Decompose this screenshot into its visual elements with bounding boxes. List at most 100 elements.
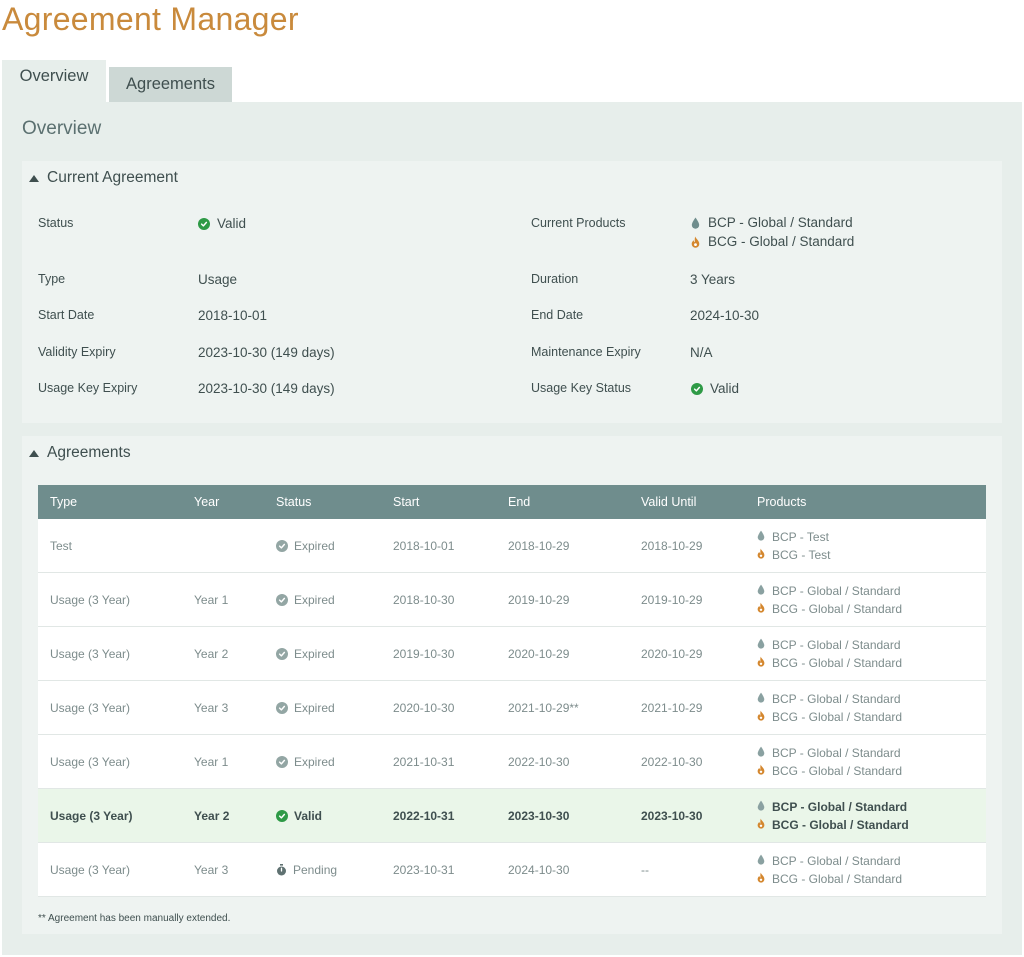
product-text: BCP - Global / Standard xyxy=(772,637,901,652)
cell-type: Usage (3 Year) xyxy=(38,680,182,735)
status-text: Valid xyxy=(294,808,323,823)
product-item: BCG - Global / Standard xyxy=(757,816,986,834)
validity-expiry-label: Validity Expiry xyxy=(38,345,116,359)
product-text: BCP - Global / Standard xyxy=(772,691,901,706)
cell-products: BCP - Test BCG - Test xyxy=(745,519,986,573)
table-row[interactable]: Usage (3 Year) Year 1 Expired 2018-10-30… xyxy=(38,572,986,627)
table-row[interactable]: Test Expired 2018-10-01 2018-10-29 2018-… xyxy=(38,519,986,573)
cell-valid-until: 2023-10-30 xyxy=(629,788,745,843)
cell-status: Expired xyxy=(264,680,381,735)
water-drop-icon xyxy=(757,746,765,760)
product-item: BCG - Global / Standard xyxy=(691,232,854,251)
product-item: BCG - Global / Standard xyxy=(757,762,986,780)
start-date-label: Start Date xyxy=(38,308,95,322)
cell-end: 2019-10-29 xyxy=(496,572,629,627)
table-row[interactable]: Usage (3 Year) Year 3 Expired 2020-10-30… xyxy=(38,680,986,735)
table-row[interactable]: Usage (3 Year) Year 2 Valid 2022-10-31 2… xyxy=(38,788,986,843)
cell-status: Expired xyxy=(264,519,381,573)
type-label: Type xyxy=(38,272,66,286)
page-title: Overview xyxy=(22,118,102,139)
flame-icon xyxy=(757,602,765,616)
product-text: BCG - Global / Standard xyxy=(772,601,903,616)
product-item: BCP - Global / Standard xyxy=(757,690,986,708)
check-circle-icon xyxy=(276,755,288,768)
current-agreement-card: Current Agreement Status Valid Type Usag… xyxy=(22,161,1002,423)
current-products-list: BCP - Global / Standard BCG - Global / S… xyxy=(691,213,854,251)
agreements-card: Agreements Type Year Status Start End Va… xyxy=(22,436,1002,934)
product-text: BCP - Global / Standard xyxy=(772,853,901,868)
cell-products: BCP - Global / Standard BCG - Global / S… xyxy=(745,572,986,627)
footnote: ** Agreement has been manually extended. xyxy=(38,913,231,924)
cell-year: Year 1 xyxy=(182,572,264,627)
column-header[interactable]: Year xyxy=(182,485,264,519)
usage-key-status-text: Valid xyxy=(710,381,740,396)
current-agreement-toggle[interactable]: Current Agreement xyxy=(29,169,178,187)
cell-status: Pending xyxy=(264,842,381,897)
cell-end: 2020-10-29 xyxy=(496,626,629,681)
status-text: Expired xyxy=(294,646,335,661)
cell-valid-until: 2021-10-29 xyxy=(629,680,745,735)
status-label: Status xyxy=(38,216,74,230)
cell-status: Valid xyxy=(264,788,381,843)
status-text: Expired xyxy=(294,700,335,715)
cell-products: BCP - Global / Standard BCG - Global / S… xyxy=(745,680,986,735)
table-row[interactable]: Usage (3 Year) Year 3 Pending 2023-10-31… xyxy=(38,842,986,897)
product-item: BCG - Test xyxy=(757,546,986,564)
column-header[interactable]: End xyxy=(496,485,629,519)
table-row[interactable]: Usage (3 Year) Year 1 Expired 2021-10-31… xyxy=(38,734,986,789)
product-text: BCG - Test xyxy=(772,547,831,562)
collapse-triangle-icon xyxy=(29,449,39,457)
column-header[interactable]: Type xyxy=(38,485,182,519)
duration-value: 3 Years xyxy=(690,272,736,287)
cell-end: 2021-10-29** xyxy=(496,680,629,735)
cell-status: Expired xyxy=(264,572,381,627)
cell-valid-until: 2018-10-29 xyxy=(629,519,745,573)
cell-valid-until: 2022-10-30 xyxy=(629,734,745,789)
tab-overview[interactable]: Overview xyxy=(2,60,106,102)
stopwatch-icon xyxy=(276,863,287,876)
product-text: BCG - Global / Standard xyxy=(772,709,903,724)
cell-year xyxy=(182,519,264,573)
cell-start: 2020-10-30 xyxy=(381,680,496,735)
agreements-toggle[interactable]: Agreements xyxy=(29,444,131,462)
product-text: BCG - Global / Standard xyxy=(708,234,855,249)
cell-end: 2018-10-29 xyxy=(496,519,629,573)
cell-year: Year 3 xyxy=(182,680,264,735)
usage-key-status-value: Valid xyxy=(691,381,739,396)
check-circle-icon xyxy=(276,647,288,660)
column-header[interactable]: Status xyxy=(264,485,381,519)
cell-type: Usage (3 Year) xyxy=(38,626,182,681)
cell-products: BCP - Global / Standard BCG - Global / S… xyxy=(745,842,986,897)
product-item: BCP - Global / Standard xyxy=(757,582,986,600)
water-drop-icon xyxy=(757,800,765,814)
maintenance-expiry-label: Maintenance Expiry xyxy=(531,345,641,359)
cell-status: Expired xyxy=(264,626,381,681)
status-text: Pending xyxy=(293,862,338,877)
cell-start: 2018-10-01 xyxy=(381,519,496,573)
column-header[interactable]: Products xyxy=(745,485,986,519)
water-drop-icon xyxy=(757,692,765,706)
column-header[interactable]: Valid Until xyxy=(629,485,745,519)
tab-agreements[interactable]: Agreements xyxy=(109,67,232,102)
status-text: Expired xyxy=(294,538,335,553)
product-item: BCG - Global / Standard xyxy=(757,654,986,672)
cell-end: 2023-10-30 xyxy=(496,788,629,843)
product-text: BCP - Global / Standard xyxy=(772,583,901,598)
cell-year: Year 2 xyxy=(182,788,264,843)
cell-status: Expired xyxy=(264,734,381,789)
flame-icon xyxy=(757,656,765,670)
product-item: BCP - Global / Standard xyxy=(757,744,986,762)
cell-products: BCP - Global / Standard BCG - Global / S… xyxy=(745,734,986,789)
flame-icon xyxy=(757,548,765,562)
column-header[interactable]: Start xyxy=(381,485,496,519)
water-drop-icon xyxy=(757,530,765,544)
cell-products: BCP - Global / Standard BCG - Global / S… xyxy=(745,788,986,843)
cell-start: 2022-10-31 xyxy=(381,788,496,843)
table-row[interactable]: Usage (3 Year) Year 2 Expired 2019-10-30… xyxy=(38,626,986,681)
usage-key-expiry-label: Usage Key Expiry xyxy=(38,381,138,395)
product-item: BCG - Global / Standard xyxy=(757,870,986,888)
water-drop-icon xyxy=(691,217,700,229)
collapse-triangle-icon xyxy=(29,174,39,182)
check-circle-icon xyxy=(276,701,288,714)
product-text: BCP - Global / Standard xyxy=(772,745,901,760)
